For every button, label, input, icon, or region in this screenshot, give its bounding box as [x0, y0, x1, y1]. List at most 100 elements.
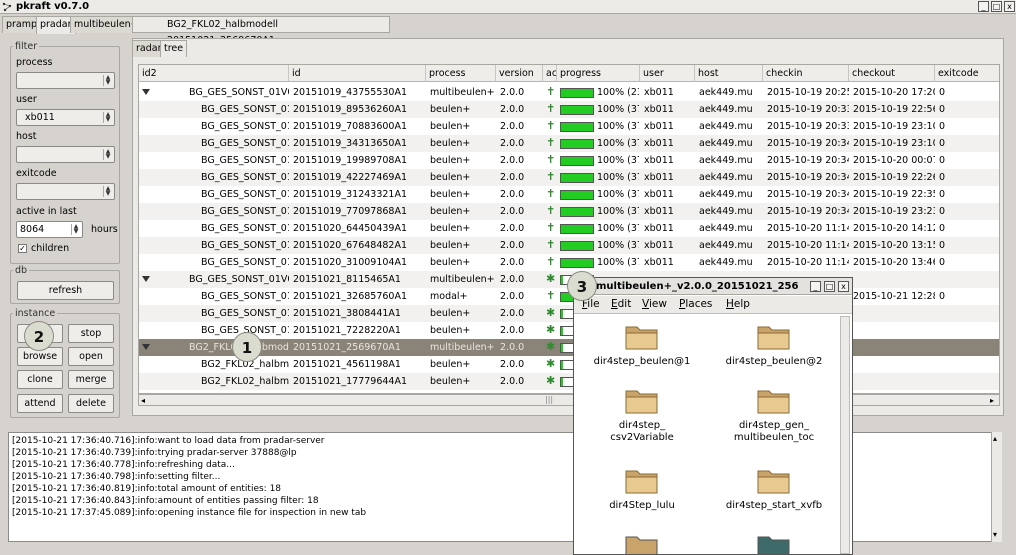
maximize-icon[interactable]: □: [991, 1, 1002, 12]
file-manager-menubar: File Edit View Places Help: [574, 296, 852, 314]
folder-item[interactable]: dir4step_ csv2Variable: [582, 386, 702, 444]
refresh-button[interactable]: refresh: [17, 281, 114, 300]
delete-button[interactable]: delete: [68, 394, 114, 413]
cell-checkout: 2015-10-21 12:28:: [853, 291, 935, 302]
activity-status-icon: ✱: [546, 340, 556, 353]
folder-icon: [625, 390, 658, 414]
folder-label: dir4step_beulen@1: [593, 356, 691, 367]
clone-button[interactable]: clone: [17, 370, 63, 389]
table-row[interactable]: BG_GES_SONST_01V0: 20151019_43755530A1 mul…: [139, 84, 999, 101]
expand-toggle-icon[interactable]: [142, 344, 150, 350]
open-button[interactable]: open: [68, 347, 114, 366]
expand-toggle-icon[interactable]: [142, 276, 150, 282]
table-row[interactable]: BG_GES_SONST_01' 20151019_19989708A1 beule…: [139, 152, 999, 169]
process-select[interactable]: ▲ ▼: [16, 72, 115, 89]
column-header-host[interactable]: host: [695, 65, 763, 82]
fm-maximize-icon[interactable]: □: [824, 281, 835, 292]
exitcode-select[interactable]: ▲ ▼: [16, 183, 115, 200]
progress-bar-fill: [561, 361, 563, 369]
column-header-user[interactable]: user: [640, 65, 695, 82]
cell-process: multibeulen+: [430, 274, 495, 285]
horizontal-scrollbar[interactable]: ◂ ||| ▸: [138, 394, 1000, 406]
tab-tree[interactable]: tree: [160, 40, 188, 57]
table-row[interactable]: BG2_FKL02_halbmodel20151021_2569670A1mul…: [139, 339, 999, 356]
table-row[interactable]: BG_GES_SONST_01' 20151019_89536260A1 beule…: [139, 101, 999, 118]
column-header-id[interactable]: id: [289, 65, 426, 82]
table-row[interactable]: BG_GES_SONST_01' 20151019_31243321A1 beule…: [139, 186, 999, 203]
menu-view[interactable]: View: [642, 298, 667, 310]
merge-button[interactable]: merge: [68, 370, 114, 389]
column-header-id2[interactable]: id2: [139, 65, 289, 82]
cell-checkin: 2015-10-19 20:34:: [767, 189, 849, 200]
cell-checkout: [853, 356, 935, 373]
table-row[interactable]: BG2_FKL02_halbmo 20151021_4561198A1 beulen…: [139, 356, 999, 373]
cell-checkin: 2015-10-19 20:34:: [767, 172, 849, 183]
column-header-process[interactable]: process: [426, 65, 496, 82]
fm-minimize-icon[interactable]: _: [810, 281, 821, 292]
column-header-exitcode[interactable]: exitcode: [935, 65, 999, 82]
attend-button[interactable]: attend: [17, 394, 63, 413]
column-header-checkout[interactable]: checkout: [849, 65, 935, 82]
fm-close-icon[interactable]: x: [838, 281, 849, 292]
folder-item[interactable]: dir4step_beulen@2: [714, 322, 834, 368]
table-row[interactable]: BG_GES_SONST_01' 20151020_31009104A1 beule…: [139, 254, 999, 271]
folder-item[interactable]: dir4step_gen_ multibeulen_toc: [714, 386, 834, 444]
cell-version: 2.0.0: [500, 376, 525, 387]
table-row[interactable]: BG2_FKL02_halbmo 20151021_17779644A1 beule…: [139, 373, 999, 390]
minimize-icon[interactable]: _: [978, 1, 989, 12]
menu-help[interactable]: Help: [726, 298, 750, 310]
cell-process: beulen+: [430, 376, 471, 387]
menu-places[interactable]: Places: [679, 298, 712, 310]
folder-icon: [625, 326, 658, 350]
file-manager-window[interactable]: multibeulen+_v2.0.0_20151021_256 _ □ x F…: [573, 277, 853, 555]
user-select[interactable]: xb011 ▲ ▼: [16, 109, 115, 126]
progress-bar: [560, 105, 594, 115]
cell-exitcode: 0: [939, 257, 946, 268]
table-row[interactable]: BG_GES_SONST_01' 20151021_7228220A1 beulen…: [139, 322, 999, 339]
scroll-right-icon[interactable]: ▸: [990, 396, 994, 405]
folder-item-partial[interactable]: [714, 532, 834, 554]
folder-item[interactable]: dir4step_beulen@1: [582, 322, 702, 368]
table-row[interactable]: BG_GES_SONST_01' 20151019_34313650A1 beule…: [139, 135, 999, 152]
cell-host: aek449.mu: [699, 240, 753, 251]
menu-edit[interactable]: Edit: [611, 298, 631, 310]
column-header-ac[interactable]: ac: [543, 65, 557, 82]
activity-status-icon: ✱: [546, 323, 556, 336]
expand-toggle-icon[interactable]: [142, 89, 150, 95]
column-header-version[interactable]: version: [496, 65, 543, 82]
table-row[interactable]: BG_GES_SONST_01' 20151019_77097868A1 beule…: [139, 203, 999, 220]
cell-id2: BG2_FKL02_halbmo: [201, 376, 289, 387]
instance-tree-table[interactable]: id2 id process version ac progress user host che…: [138, 64, 1000, 394]
host-select[interactable]: ▲ ▼: [16, 146, 115, 163]
active-hours-spinner[interactable]: 8064 ▲ ▼: [16, 221, 83, 238]
cell-process: beulen+: [430, 308, 471, 319]
table-row[interactable]: BG_GES_SONST_01' 20151019_42227469A1 beule…: [139, 169, 999, 186]
cell-id2: BG_GES_SONST_01': [201, 257, 289, 268]
column-header-checkin[interactable]: checkin: [763, 65, 849, 82]
cell-id2: BG_GES_SONST_01V0:: [189, 274, 289, 285]
folder-item[interactable]: dir4step_start_xvfb: [714, 466, 834, 512]
table-row[interactable]: BG_GES_SONST_01' 20151020_64450439A1 beule…: [139, 220, 999, 237]
cell-version: 2.0.0: [500, 223, 525, 234]
scroll-left-icon[interactable]: ◂: [141, 396, 145, 405]
scroll-down-icon[interactable]: ▾: [993, 530, 997, 539]
cell-id: 20151021_3808441A1: [293, 308, 401, 319]
folder-item-partial[interactable]: [582, 532, 702, 554]
folder-item[interactable]: dir4Step_lulu: [582, 466, 702, 512]
file-manager-scrollbar[interactable]: [840, 316, 850, 554]
cell-id: 20151019_70883600A1: [293, 121, 407, 132]
table-row[interactable]: BG_GES_SONST_01' 20151020_67648482A1 beule…: [139, 237, 999, 254]
scroll-up-icon[interactable]: ▴: [993, 434, 997, 443]
cell-host: aek449.mu: [699, 138, 753, 149]
children-checkbox[interactable]: ✓: [18, 244, 27, 253]
folder-icon: [625, 536, 658, 554]
progress-text: 100% (37,: [597, 172, 639, 183]
scroll-grip-icon[interactable]: |||: [545, 395, 553, 404]
cell-id2: BG_GES_SONST_01': [201, 223, 289, 234]
table-row[interactable]: BG_GES_SONST_01' 20151019_70883600A1 beule…: [139, 118, 999, 135]
stop-button[interactable]: stop: [68, 324, 114, 343]
column-header-progress[interactable]: progress: [557, 65, 640, 82]
table-row[interactable]: BG_GES_SONST_01' 20151021_3808441A1 beulen…: [139, 305, 999, 322]
close-icon[interactable]: x: [1004, 1, 1015, 12]
log-vertical-scrollbar[interactable]: ▴ ▾: [991, 432, 1002, 542]
